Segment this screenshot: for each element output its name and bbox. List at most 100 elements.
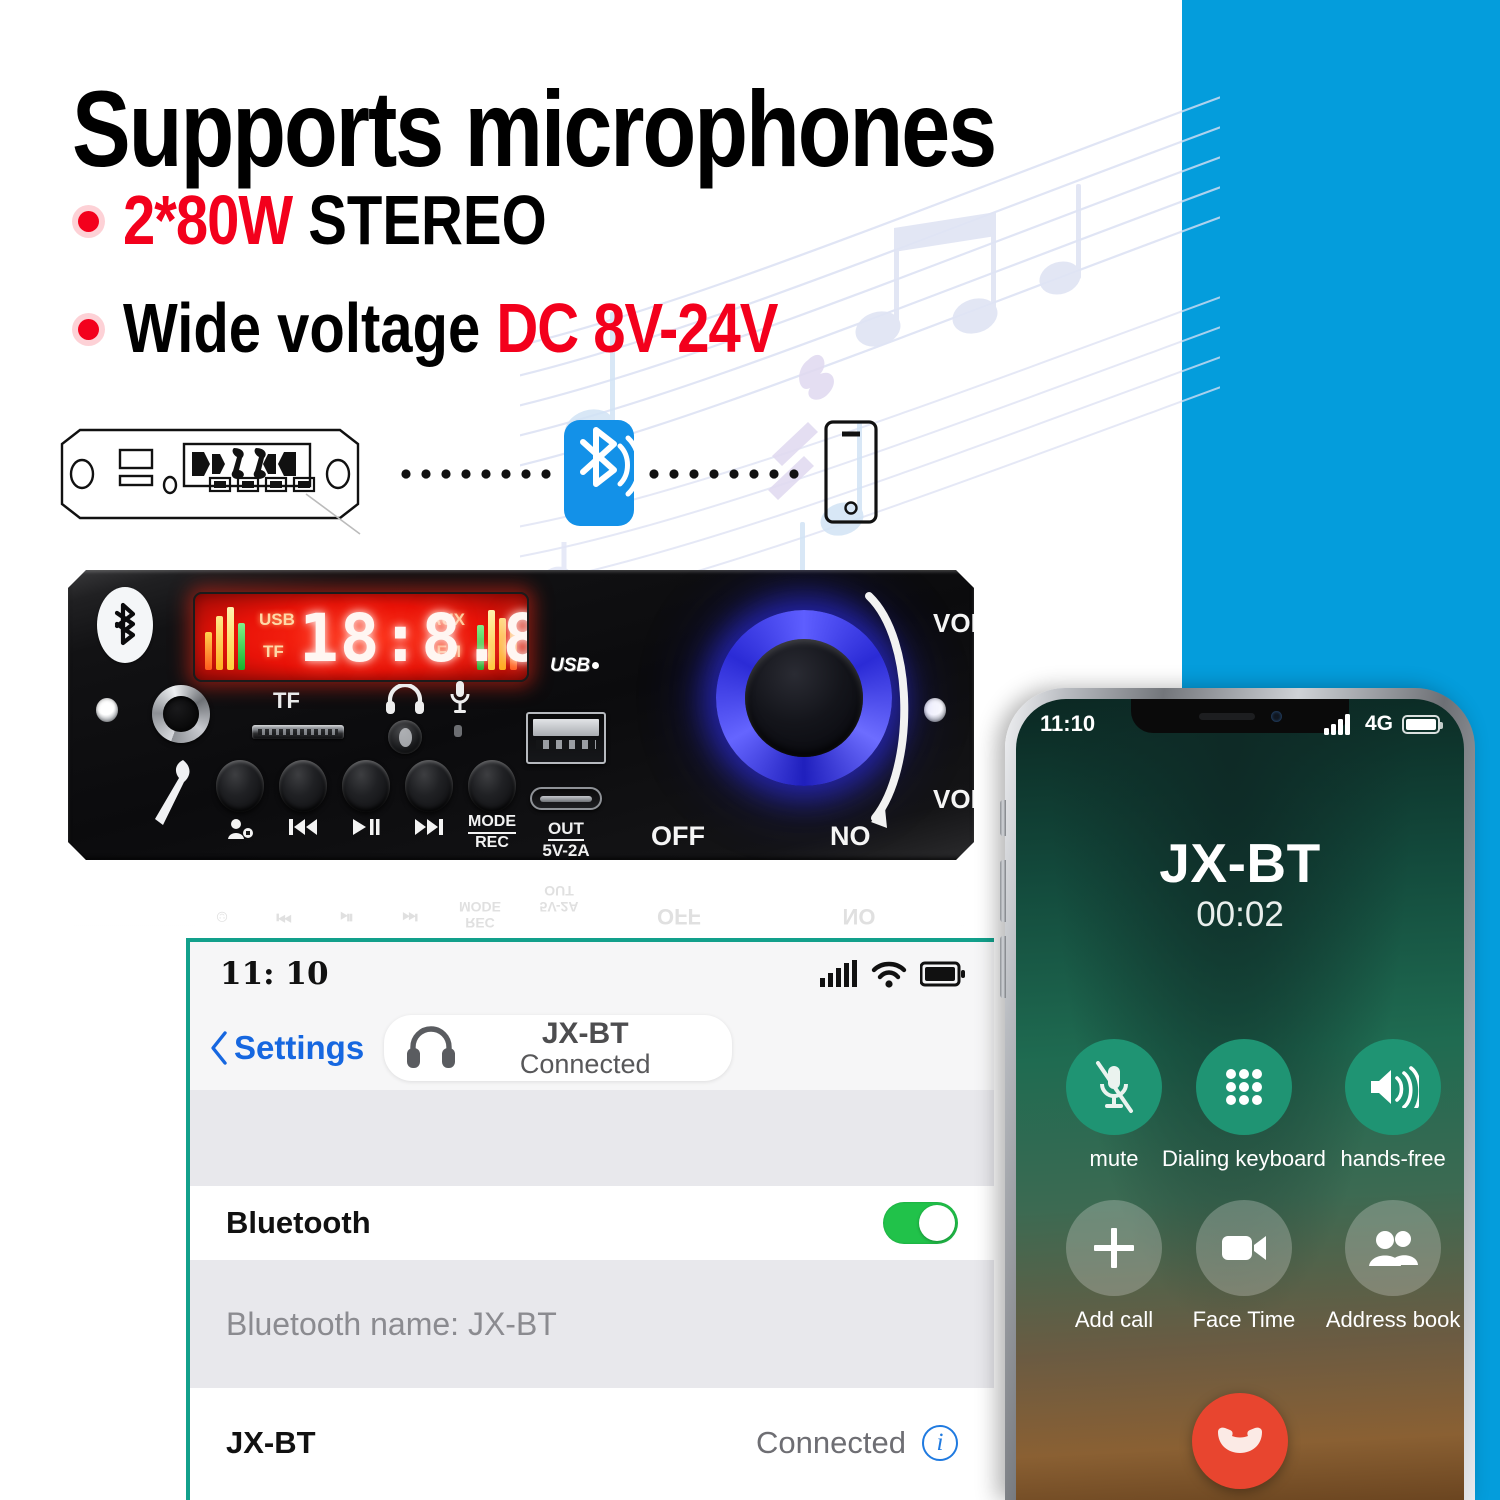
reflection-label-next: ⏭ [402,908,418,927]
usb-output-label-bottom: 5V-2A [542,841,590,861]
phone-mute-switch[interactable] [1000,800,1006,836]
feature-label-voltage: Wide voltage DC 8V-24V [123,294,778,364]
status-bar-time: 11: 10 [220,956,329,992]
answer-call-icon [210,818,270,844]
play-pause-button[interactable] [342,760,390,812]
feature-row-voltage: Wide voltage DC 8V-24V [0,294,1180,363]
feature-row-stereo: 2*80W STEREO [0,186,1180,255]
dialing-keyboard-label: Dialing keyboard [1162,1146,1326,1171]
bullet-dot-icon [78,210,99,232]
usb-a-port[interactable] [526,712,606,764]
reflection-label-off: OFF [657,904,701,929]
add-call-button[interactable]: Add call [1066,1200,1162,1333]
end-call-button[interactable] [1192,1393,1288,1489]
face-time-button[interactable]: Face Time [1162,1200,1326,1333]
add-call-label: Add call [1074,1307,1154,1332]
back-to-settings-button[interactable]: Settings [208,1029,364,1067]
speaker-icon [1371,1066,1420,1108]
hands-free-label: hands-free [1340,1146,1446,1171]
hang-up-icon [1218,1427,1262,1453]
volume-direction-arrow [865,592,909,828]
rec-label: REC [475,833,509,851]
spectrum-bars-left [205,607,245,670]
headphone-icon [386,684,424,714]
info-icon[interactable]: i [922,1425,958,1461]
phone-volume-down-button[interactable] [1000,936,1006,998]
bluetooth-name-row: Bluetooth name: JX-BT [190,1260,994,1388]
play-pause-icon [336,818,396,840]
keypad-icon [1225,1069,1262,1105]
connection-diagram [60,420,878,535]
settings-status-bar: 11: 10 [190,942,994,1006]
paired-device-status: Connected [756,1425,906,1460]
headphone-jack-3-5mm[interactable] [388,720,422,754]
chevron-left-icon [211,1031,227,1065]
phone-status-time: 11:10 [1040,711,1096,736]
next-track-button[interactable] [405,760,453,812]
dotted-connection-left [401,469,551,479]
wifi-icon [871,961,907,988]
cellular-signal-icon [1323,714,1350,735]
connected-device-pill[interactable]: JX-BT Connected [384,1015,733,1081]
volume-knob-cap [745,639,863,757]
face-time-label: Face Time [1192,1307,1296,1332]
address-book-label: Address book [1325,1307,1461,1332]
bluetooth-name-label: Bluetooth name: JX-BT [226,1305,557,1342]
bluetooth-toggle-row[interactable]: Bluetooth [190,1186,994,1260]
reflection-label-usb-out: 5V-2A OUT [539,882,579,915]
mp3-decoder-board: USB TF AUX FM 18:8.8 USB TF OUT 5V-2A MO… [68,570,974,860]
pcb-board-outline-icon [60,428,360,520]
microphone-muted-icon [1096,1061,1133,1113]
reflection-label-answer: ☺ [213,908,231,927]
battery-full-icon [920,961,965,987]
answer-call-button[interactable] [216,760,264,812]
bluetooth-toggle-switch[interactable] [883,1202,958,1244]
page-title: Supports microphones [72,68,997,190]
bluetooth-icon [97,587,153,663]
bluetooth-settings-screen: 11: 10 Settings JX-BT Connected Bluetoot… [186,938,994,1500]
mode-label: MODE [468,813,516,834]
usb-wordmark-dot-icon [592,662,600,669]
dotted-connection-right [649,469,799,479]
bluetooth-icon [564,420,642,526]
phone-volume-up-button[interactable] [1000,860,1006,922]
phone-frame: 11:10 4G JX-BT 00:02 mute Dialing keyboa… [1005,688,1475,1500]
feature-highlight-power: 2*80W [123,181,293,260]
phone-screen: 11:10 4G JX-BT 00:02 mute Dialing keyboa… [1016,699,1464,1500]
tf-card-slot[interactable] [252,725,344,739]
phone-network-type: 4G [1364,712,1393,735]
feature-rest-stereo: STEREO [292,181,547,260]
contacts-icon [1369,1231,1419,1266]
microphone-jack-6-35mm[interactable] [152,685,210,743]
led-digit-readout: 18:8.8 [299,601,527,677]
dialing-keyboard-button[interactable]: Dialing keyboard [1162,1039,1326,1172]
mode-rec-button[interactable] [468,760,516,812]
led-label-usb: USB [259,610,295,629]
caller-name: JX-BT [1159,832,1321,894]
usb-c-port[interactable] [530,787,602,810]
hands-free-button[interactable]: hands-free [1326,1039,1461,1172]
back-label: Settings [234,1029,365,1066]
previous-track-icon [273,818,333,840]
video-camera-icon [1221,1236,1266,1260]
headphone-icon [407,1026,456,1068]
bullet-dot-icon [78,318,99,340]
settings-nav-bar: Settings JX-BT Connected [190,1006,994,1090]
reflection-label-play: ⏯ [340,908,354,927]
call-controls-grid: mute Dialing keyboard hands-free Add cal… [1066,1039,1460,1333]
led-display: USB TF AUX FM 18:8.8 [193,592,529,682]
phone-status-bar: 11:10 4G [1016,709,1464,739]
usb-wordmark-text: USB [550,655,591,676]
paired-device-row[interactable]: JX-BT Connected i [190,1388,994,1498]
paired-device-name: JX-BT [226,1425,316,1460]
connected-device-status: Connected [519,1048,651,1079]
feature-rest-voltage: Wide voltage [123,289,497,368]
previous-track-button[interactable] [279,760,327,812]
connected-device-name: JX-BT [541,1017,629,1051]
address-book-button[interactable]: Address book [1325,1200,1461,1333]
call-duration: 00:02 [1196,895,1284,934]
feature-highlight-voltage: DC 8V-24V [496,289,778,368]
microphone-jack-3-5mm[interactable] [454,725,462,737]
mute-button[interactable]: mute [1066,1039,1162,1172]
smartphone-call-mockup: 11:10 4G JX-BT 00:02 mute Dialing keyboa… [1000,688,1475,1500]
